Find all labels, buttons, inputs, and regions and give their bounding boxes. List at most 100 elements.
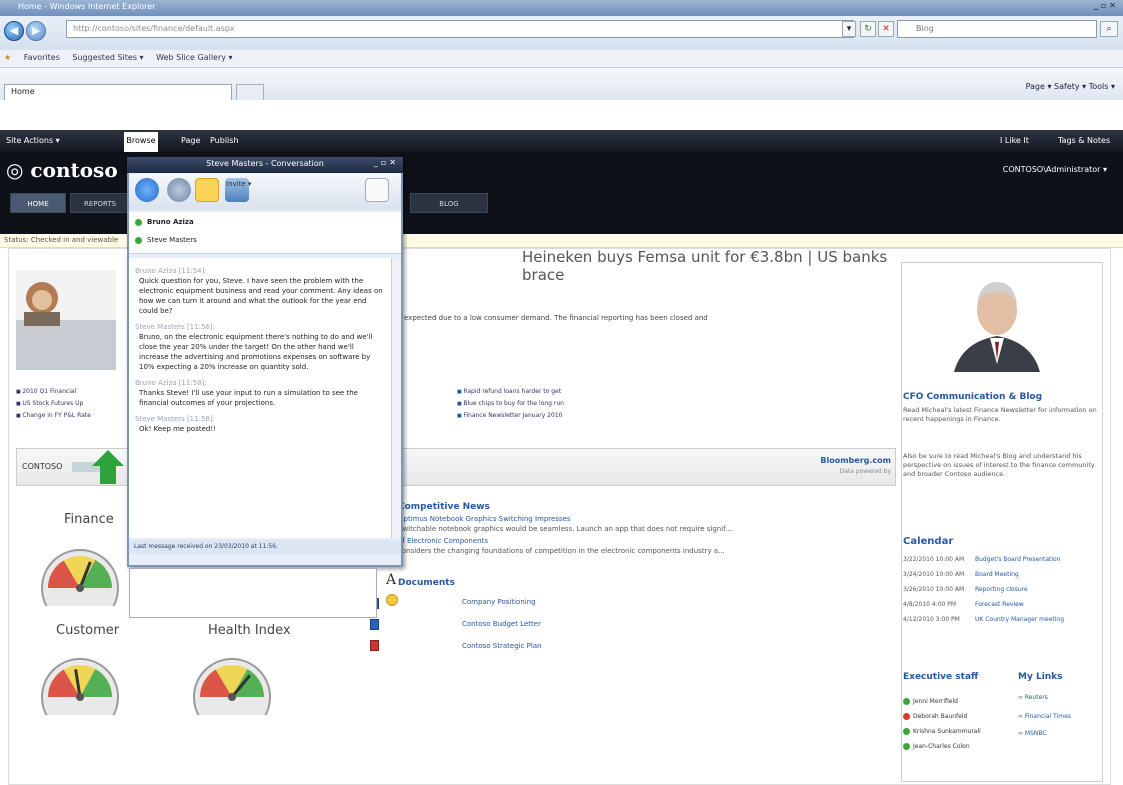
cfo-blog-text: Also be sure to read Micheal's Blog and … (903, 452, 1095, 478)
event-title[interactable]: Board Meeting (975, 571, 1019, 578)
message-text: Bruno, on the electronic equipment there… (139, 333, 373, 371)
tab-page[interactable]: Page (181, 136, 200, 145)
conversation-title-bar[interactable]: Steve Masters - Conversation _▫✕ (127, 157, 403, 173)
staff-name[interactable]: Jenni Merrifield (913, 698, 958, 705)
site-logo[interactable]: ◎ contoso (6, 158, 136, 182)
my-link[interactable]: Reuters (1018, 694, 1048, 701)
site-actions-menu[interactable]: Site Actions ▾ (6, 136, 60, 145)
staff-member[interactable]: Deborah Baunfeld (903, 713, 967, 720)
favorites-star-icon[interactable]: ★ (4, 53, 11, 62)
staff-member[interactable]: Krishna Sunkammurali (903, 728, 981, 735)
link-item[interactable]: US Stock Futures Up (16, 400, 91, 407)
emoticon-icon[interactable] (386, 594, 398, 606)
forward-button[interactable]: ▶ (26, 21, 46, 41)
calendar-event[interactable]: 4/12/2010 3:00 PM UK Country Manager meet… (903, 616, 1064, 623)
calendar-event[interactable]: 3/26/2010 10:00 AM Reporting closure (903, 586, 1028, 593)
call-icon[interactable] (135, 178, 159, 202)
favorites-bar: ★ Favorites Suggested Sites ▾ Web Slice … (0, 50, 1123, 68)
event-title[interactable]: UK Country Manager meeting (975, 616, 1064, 623)
message-sender: Steve Masters [11:58]: (135, 415, 215, 423)
nav-home[interactable]: HOME (10, 193, 66, 213)
nav-blog[interactable]: BLOG (410, 193, 488, 213)
news-link[interactable]: of Electronic Components (398, 537, 488, 545)
news-ticker[interactable]: Heineken buys Femsa unit for €3.8bn | US… (522, 248, 902, 284)
logo-icon: ◎ (6, 158, 31, 182)
word-doc-icon (370, 619, 379, 630)
news-summary: Switchable notebook graphics would be se… (398, 525, 732, 533)
event-title[interactable]: Forecast Review (975, 601, 1024, 608)
staff-member[interactable]: Jean-Charles Colon (903, 743, 970, 750)
bloomberg-caption: Data powered by (839, 468, 891, 475)
i-like-it-button[interactable]: I Like It (1000, 136, 1029, 145)
link-item[interactable]: 2010 Q1 Financial (16, 388, 91, 395)
document-link[interactable]: Contoso Budget Letter (462, 620, 541, 628)
presence-icon (903, 698, 910, 705)
search-input[interactable]: Bing (897, 20, 1097, 38)
cfo-section-title: CFO Communication & Blog (903, 392, 1043, 402)
calendar-title: Calendar (903, 536, 954, 547)
cfo-newsletter-text: Read Micheal's latest Finance Newsletter… (903, 406, 1097, 423)
link-item[interactable]: Change in FY P&L Rate (16, 412, 91, 419)
favorites-button[interactable]: Favorites (24, 53, 60, 62)
calendar-event[interactable]: 3/24/2010 10:00 AM Board Meeting (903, 571, 1019, 578)
event-title[interactable]: Reporting closure (975, 586, 1028, 593)
participant[interactable]: Bruno Aziza (135, 218, 194, 226)
presence-icon (903, 713, 910, 720)
rss-links: Rapid refund loans harder to get Blue ch… (457, 388, 564, 424)
conversation-toolbar (129, 174, 401, 210)
finance-gauge (41, 549, 119, 606)
back-button[interactable]: ◀ (4, 21, 24, 41)
calendar-event[interactable]: 3/22/2010 10:00 AM Budget's Board Present… (903, 556, 1061, 563)
event-title[interactable]: Budget's Board Presentation (975, 556, 1061, 563)
staff-name[interactable]: Krishna Sunkammurali (913, 728, 981, 735)
document-link[interactable]: Company Positioning (462, 598, 536, 606)
new-tab-button[interactable] (236, 84, 264, 100)
conversation-window-controls[interactable]: _▫✕ (374, 158, 399, 167)
search-icon[interactable]: ⌕ (1100, 21, 1118, 37)
last-message-status: Last message received on 23/03/2010 at 1… (129, 540, 401, 554)
invite-button[interactable]: Invite ▾ (226, 180, 251, 188)
window-title-bar: Home - Windows Internet Explorer _▫✕ (0, 0, 1123, 16)
employee-photo (16, 270, 116, 370)
options-icon[interactable] (365, 178, 389, 202)
font-button[interactable]: A (386, 572, 396, 588)
message-scrollbar[interactable] (391, 258, 401, 538)
gauge-hub (76, 693, 84, 701)
rss-item[interactable]: Finance Newsletter January 2010 (457, 412, 564, 419)
stop-icon[interactable]: ✕ (878, 21, 894, 37)
im-icon[interactable] (195, 178, 219, 202)
staff-member[interactable]: Jenni Merrifield (903, 698, 958, 705)
rss-item[interactable]: Rapid refund loans harder to get (457, 388, 564, 395)
staff-name[interactable]: Jean-Charles Colon (913, 743, 970, 750)
stock-up-arrow-icon (72, 450, 124, 484)
rss-item[interactable]: Blue chips to buy for the long run (457, 400, 564, 407)
gauge-hub (228, 693, 236, 701)
address-bar[interactable]: http://contoso/sites/finance/default.asp… (66, 20, 854, 38)
browser-tab-home[interactable]: Home (4, 84, 232, 100)
tags-notes-button[interactable]: Tags & Notes (1058, 136, 1110, 145)
bloomberg-link[interactable]: Bloomberg.com (820, 456, 891, 465)
nav-reports[interactable]: REPORTS (70, 193, 130, 213)
suggested-sites-link[interactable]: Suggested Sites ▾ (72, 53, 143, 62)
web-slice-gallery-link[interactable]: Web Slice Gallery ▾ (156, 53, 232, 62)
participant[interactable]: Steve Masters (135, 236, 197, 244)
gauge-title: Health Index (208, 623, 291, 638)
contact-icon[interactable] (167, 178, 191, 202)
stock-symbol: CONTOSO (22, 462, 63, 471)
message-compose-input[interactable] (129, 568, 377, 618)
address-dropdown-icon[interactable]: ▾ (842, 21, 856, 37)
command-bar[interactable]: Page ▾ Safety ▾ Tools ▾ (1026, 82, 1115, 91)
refresh-icon[interactable]: ↻ (860, 21, 876, 37)
document-link[interactable]: Contoso Strategic Plan (462, 642, 542, 650)
my-link[interactable]: MSNBC (1018, 730, 1047, 737)
staff-name[interactable]: Deborah Baunfeld (913, 713, 967, 720)
user-menu[interactable]: CONTOSO\Administrator ▾ (1003, 165, 1107, 174)
news-link[interactable]: Optimus Notebook Graphics Switching Impr… (398, 515, 571, 523)
tab-browse[interactable]: Browse (124, 132, 158, 152)
my-link[interactable]: Financial Times (1018, 713, 1071, 720)
message-history[interactable]: Bruno Aziza [11:54]: Quick question for … (129, 258, 391, 538)
calendar-event[interactable]: 4/8/2010 4:00 PM Forecast Review (903, 601, 1024, 608)
window-controls[interactable]: _▫✕ (1094, 1, 1119, 10)
message-text: Quick question for you, Steve. I have se… (139, 277, 383, 315)
tab-publish[interactable]: Publish (210, 136, 239, 145)
